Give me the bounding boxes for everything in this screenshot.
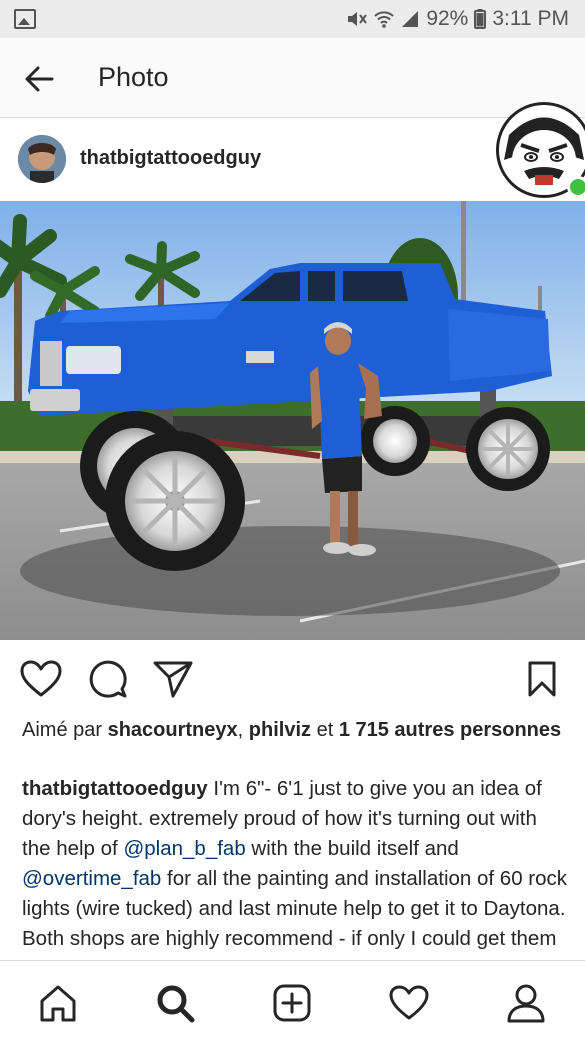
send-icon bbox=[153, 661, 193, 698]
mention-overtime-fab[interactable]: @overtime_fab bbox=[22, 867, 161, 890]
arrow-left-icon bbox=[25, 66, 54, 92]
online-status-dot bbox=[567, 176, 585, 198]
activity-icon bbox=[389, 985, 429, 1020]
caption-author[interactable]: thatbigtattooedguy bbox=[22, 777, 208, 800]
likes-summary[interactable]: Aimé par shacourtneyx, philviz et 1 715 … bbox=[22, 716, 567, 744]
share-button[interactable] bbox=[150, 656, 196, 702]
back-button[interactable] bbox=[18, 58, 60, 100]
nav-add-post[interactable] bbox=[268, 979, 316, 1027]
post-username[interactable]: thatbigtattooedguy bbox=[80, 147, 261, 170]
status-indicators: 92% 3:11 PM bbox=[346, 7, 569, 31]
likes-prefix: Aimé par bbox=[22, 719, 108, 741]
clock: 3:11 PM bbox=[492, 7, 569, 30]
nav-activity[interactable] bbox=[385, 979, 433, 1027]
likes-connector: et bbox=[311, 719, 339, 741]
mute-icon bbox=[348, 12, 368, 26]
nav-profile[interactable] bbox=[502, 979, 550, 1027]
bookmark-icon bbox=[528, 661, 556, 697]
post-actions bbox=[0, 640, 585, 716]
liker-2[interactable]: philviz bbox=[249, 719, 311, 741]
post-photo[interactable] bbox=[0, 201, 585, 640]
post-caption: thatbigtattooedguy I'm 6"- 6'1 just to g… bbox=[22, 774, 570, 960]
like-button[interactable] bbox=[18, 656, 64, 702]
comment-button[interactable] bbox=[85, 656, 131, 702]
likes-separator: , bbox=[237, 719, 249, 741]
bottom-nav bbox=[0, 960, 585, 1041]
caption-text-2: with the build itself and bbox=[245, 837, 459, 860]
save-button[interactable] bbox=[519, 656, 565, 702]
nav-home[interactable] bbox=[34, 979, 82, 1027]
comment-icon bbox=[89, 660, 127, 698]
likes-count[interactable]: 1 715 autres personnes bbox=[339, 719, 561, 741]
battery-percent: 92% bbox=[426, 7, 469, 30]
avatar-image bbox=[18, 135, 66, 183]
liker-1[interactable]: shacourtneyx bbox=[108, 719, 238, 741]
heart-icon bbox=[20, 660, 62, 697]
nav-search[interactable] bbox=[151, 979, 199, 1027]
wifi-icon bbox=[374, 11, 395, 28]
app-header: Photo bbox=[0, 38, 585, 118]
profile-icon bbox=[507, 984, 545, 1023]
avatar[interactable] bbox=[18, 135, 66, 183]
battery-icon bbox=[474, 9, 487, 29]
gallery-notification-icon bbox=[14, 9, 36, 29]
home-icon bbox=[40, 985, 76, 1022]
truck-photo bbox=[0, 201, 585, 640]
add-icon bbox=[273, 984, 311, 1022]
status-bar: 92% 3:11 PM bbox=[0, 0, 585, 38]
page-title: Photo bbox=[98, 62, 169, 92]
signal-icon bbox=[402, 11, 419, 27]
search-icon bbox=[157, 985, 195, 1023]
mention-plan-b-fab[interactable]: @plan_b_fab bbox=[123, 837, 245, 860]
